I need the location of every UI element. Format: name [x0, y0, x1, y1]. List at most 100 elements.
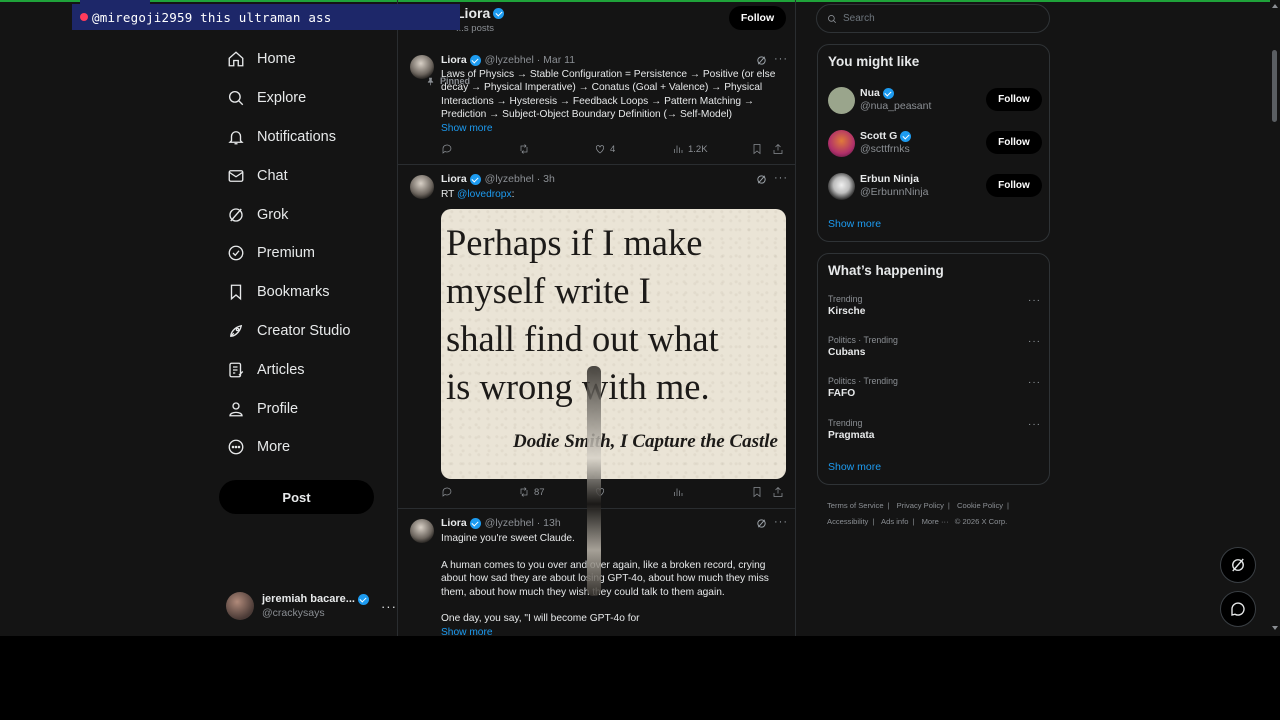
search-box[interactable] — [816, 4, 1050, 33]
author-meta[interactable]: @lyzebhel · Mar 11 — [485, 54, 575, 66]
sidebar-item-label: Chat — [257, 167, 288, 184]
suggested-user[interactable]: Erbun Ninja @ErbunnNinja Follow — [828, 169, 1043, 203]
footer-link[interactable]: Cookie Policy — [957, 501, 1003, 510]
sidebar-item-explore[interactable]: Explore — [218, 79, 393, 118]
quote-attribution: Dodie Smith, I Capture the Castle — [513, 431, 778, 452]
rt-prefix: RT — [441, 189, 458, 200]
footer-link[interactable]: Ads info — [881, 517, 908, 526]
suggested-user[interactable]: Scott G @scttfrnks Follow — [828, 126, 1043, 160]
suggested-user[interactable]: Nua @nua_peasant Follow — [828, 83, 1043, 117]
show-more-link[interactable]: Show more — [441, 626, 781, 636]
show-more-link[interactable]: Show more — [828, 461, 881, 473]
trend-item[interactable]: Politics · Trending FAFO ··· — [828, 375, 1041, 407]
footer-link[interactable]: Privacy Policy — [897, 501, 944, 510]
sidebar-item-chat[interactable]: Chat — [218, 156, 393, 195]
share-button[interactable] — [772, 486, 788, 498]
sidebar-item-articles[interactable]: Articles — [218, 350, 393, 389]
more-options-icon[interactable]: ··· — [1028, 377, 1041, 388]
more-options-icon[interactable]: ··· — [774, 516, 788, 528]
chat-overlay-banner: @miregoji2959 this ultraman ass — [72, 4, 460, 30]
author-meta[interactable]: @lyzebhel · 3h — [485, 173, 555, 185]
more-options-icon[interactable]: ··· — [1028, 336, 1041, 347]
like-button[interactable]: 4 — [594, 143, 615, 155]
scroll-down-icon[interactable] — [1272, 626, 1278, 630]
sidebar-item-home[interactable]: Home — [218, 40, 393, 79]
grok-icon — [229, 207, 243, 222]
reply-button[interactable] — [441, 143, 457, 155]
views-button[interactable] — [672, 486, 688, 498]
follow-button[interactable]: Follow — [986, 131, 1042, 154]
footer-link[interactable]: More ··· — [922, 517, 949, 526]
scrollbar[interactable] — [1270, 0, 1280, 636]
follow-button[interactable]: Follow — [986, 174, 1042, 197]
rt-suffix: : — [511, 189, 515, 200]
sidebar-item-grok[interactable]: Grok — [218, 195, 393, 234]
bookmark-button[interactable] — [751, 486, 767, 498]
more-options-icon[interactable]: ··· — [1028, 295, 1041, 306]
sidebar-item-more[interactable]: More — [218, 428, 393, 467]
bookmark-icon — [753, 144, 761, 155]
footer-link[interactable]: Terms of Service — [827, 501, 884, 510]
account-switcher[interactable]: jeremiah bacare... @crackysays ··· — [226, 588, 396, 624]
avatar[interactable] — [828, 129, 855, 157]
grok-button[interactable] — [1220, 547, 1256, 583]
trend-item[interactable]: Trending Kirsche ··· — [828, 293, 1041, 325]
reply-button[interactable] — [441, 486, 457, 498]
post-button[interactable]: Post — [219, 480, 374, 514]
sidebar-item-notifications[interactable]: Notifications — [218, 118, 393, 157]
repost-button[interactable] — [518, 143, 534, 155]
grok-icon[interactable] — [756, 174, 767, 185]
sidebar-item-premium[interactable]: Premium — [218, 234, 393, 273]
mention-link[interactable]: @lovedropx — [457, 189, 512, 200]
tweet-header: Liora @lyzebhel · 13h — [441, 517, 561, 529]
scroll-up-icon[interactable] — [1272, 4, 1278, 8]
avatar[interactable] — [410, 519, 434, 543]
profile-name: Liora — [456, 5, 491, 21]
profile-name-row: Liora — [456, 5, 505, 21]
home-icon — [228, 51, 244, 67]
bookmark-button[interactable] — [751, 143, 767, 155]
tweet-body: Laws of Physics → Stable Configuration =… — [441, 69, 776, 121]
sidebar-item-creator-studio[interactable]: Creator Studio — [218, 312, 393, 351]
more-options-icon[interactable]: ··· — [774, 172, 788, 184]
show-more-link[interactable]: Show more — [441, 123, 493, 134]
trend-item[interactable]: Trending Pragmata ··· — [828, 417, 1041, 449]
sidebar-item-label: Notifications — [257, 128, 336, 145]
video-glitch-artifact — [587, 366, 601, 596]
share-button[interactable] — [772, 143, 788, 155]
messages-button[interactable] — [1220, 591, 1256, 627]
search-icon — [228, 91, 244, 106]
follow-profile-button[interactable]: Follow — [729, 6, 786, 30]
sidebar-item-label: Creator Studio — [257, 322, 351, 339]
account-more-icon[interactable]: ··· — [381, 599, 397, 614]
person-icon — [229, 401, 243, 416]
tweet-text: Laws of Physics → Stable Configuration =… — [441, 68, 781, 135]
author-name[interactable]: Liora — [441, 173, 467, 185]
author-meta[interactable]: @lyzebhel · 13h — [485, 517, 561, 529]
grok-icon[interactable] — [756, 518, 767, 529]
tweet[interactable]: Pinned Liora @lyzebhel · Mar 11 ··· Laws… — [398, 36, 795, 165]
show-more-link[interactable]: Show more — [828, 218, 881, 230]
follow-button[interactable]: Follow — [986, 88, 1042, 111]
quote-image[interactable]: Perhaps if I make myself write I shall f… — [441, 209, 786, 479]
grok-icon[interactable] — [756, 55, 767, 66]
repost-button[interactable]: 87 — [518, 486, 545, 498]
avatar[interactable] — [828, 86, 855, 114]
author-name[interactable]: Liora — [441, 517, 467, 529]
avatar[interactable] — [410, 175, 434, 199]
sidebar-item-bookmarks[interactable]: Bookmarks — [218, 273, 393, 312]
avatar[interactable] — [410, 55, 434, 79]
trend-topic: Pragmata — [828, 430, 875, 441]
more-options-icon[interactable]: ··· — [1028, 419, 1041, 430]
search-input[interactable] — [843, 13, 1033, 24]
author-name[interactable]: Liora — [441, 54, 467, 66]
avatar[interactable] — [828, 172, 855, 200]
sidebar-item-profile[interactable]: Profile — [218, 389, 393, 428]
footer-link[interactable]: Accessibility — [827, 517, 868, 526]
account-name-row: jeremiah bacare... — [262, 592, 369, 606]
more-options-icon[interactable]: ··· — [774, 53, 788, 65]
verified-icon — [493, 7, 505, 19]
trend-item[interactable]: Politics · Trending Cubans ··· — [828, 334, 1041, 366]
views-button[interactable]: 1.2K — [672, 143, 708, 155]
scrollbar-thumb[interactable] — [1272, 50, 1277, 122]
